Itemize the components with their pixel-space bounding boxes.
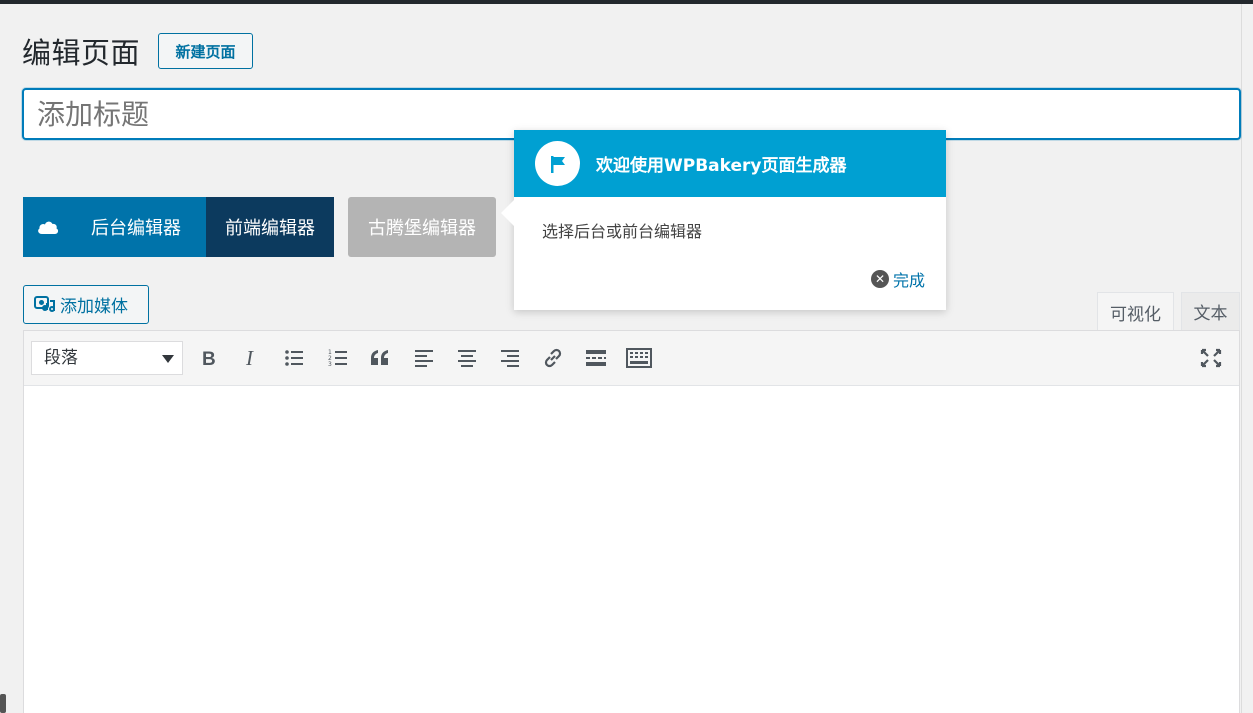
add-media-button[interactable]: 添加媒体 — [23, 285, 149, 324]
align-left-icon[interactable] — [408, 343, 440, 373]
media-icon — [24, 295, 60, 315]
wpbakery-welcome-pointer: 欢迎使用WPBakery页面生成器 选择后台或前台编辑器 ✕ 完成 — [501, 130, 946, 310]
format-select-value: 段落 — [44, 348, 78, 368]
tab-visual[interactable]: 可视化 — [1097, 292, 1174, 331]
pointer-dismiss-label: 完成 — [892, 271, 925, 290]
new-page-button[interactable]: 新建页面 — [158, 33, 253, 69]
link-icon[interactable] — [537, 343, 569, 373]
blockquote-icon[interactable] — [364, 343, 396, 373]
bulleted-list-icon[interactable] — [278, 343, 310, 373]
frontend-editor-button[interactable]: 前端编辑器 — [206, 197, 334, 257]
close-icon: ✕ — [870, 270, 889, 288]
cloud-icon — [23, 218, 73, 236]
pointer-body: 选择后台或前台编辑器 — [542, 222, 703, 241]
read-more-icon[interactable] — [580, 343, 612, 373]
bold-icon[interactable]: B — [192, 343, 224, 373]
resize-handle[interactable] — [0, 694, 6, 713]
tab-text[interactable]: 文本 — [1181, 292, 1240, 330]
pointer-arrow — [501, 200, 514, 226]
page-scrollbar[interactable] — [1241, 4, 1253, 713]
numbered-list-icon[interactable]: 123 — [322, 343, 354, 373]
chevron-down-icon — [162, 355, 174, 363]
pointer-dismiss-button[interactable]: ✕ 完成 — [870, 267, 925, 291]
pointer-header: 欢迎使用WPBakery页面生成器 — [514, 130, 946, 197]
fullscreen-icon[interactable] — [1195, 343, 1227, 373]
backend-editor-button[interactable]: 后台编辑器 — [23, 197, 206, 257]
add-media-label: 添加媒体 — [60, 297, 128, 317]
content-editor[interactable] — [23, 330, 1240, 713]
admin-top-bar — [0, 0, 1253, 4]
svg-text:I: I — [245, 348, 254, 368]
pointer-title: 欢迎使用WPBakery页面生成器 — [596, 156, 847, 176]
svg-text:B: B — [202, 349, 216, 368]
align-right-icon[interactable] — [494, 343, 526, 373]
page-title: 编辑页面 — [22, 36, 141, 70]
format-select[interactable]: 段落 — [31, 341, 183, 375]
editor-switch: 后台编辑器 前端编辑器 — [23, 197, 334, 257]
toolbar-toggle-icon[interactable] — [623, 343, 655, 373]
align-center-icon[interactable] — [451, 343, 483, 373]
gutenberg-editor-button[interactable]: 古腾堡编辑器 — [348, 197, 496, 257]
backend-editor-label: 后台编辑器 — [91, 218, 181, 239]
flag-icon — [535, 141, 580, 186]
italic-icon[interactable]: I — [235, 343, 267, 373]
svg-text:3: 3 — [328, 361, 332, 367]
